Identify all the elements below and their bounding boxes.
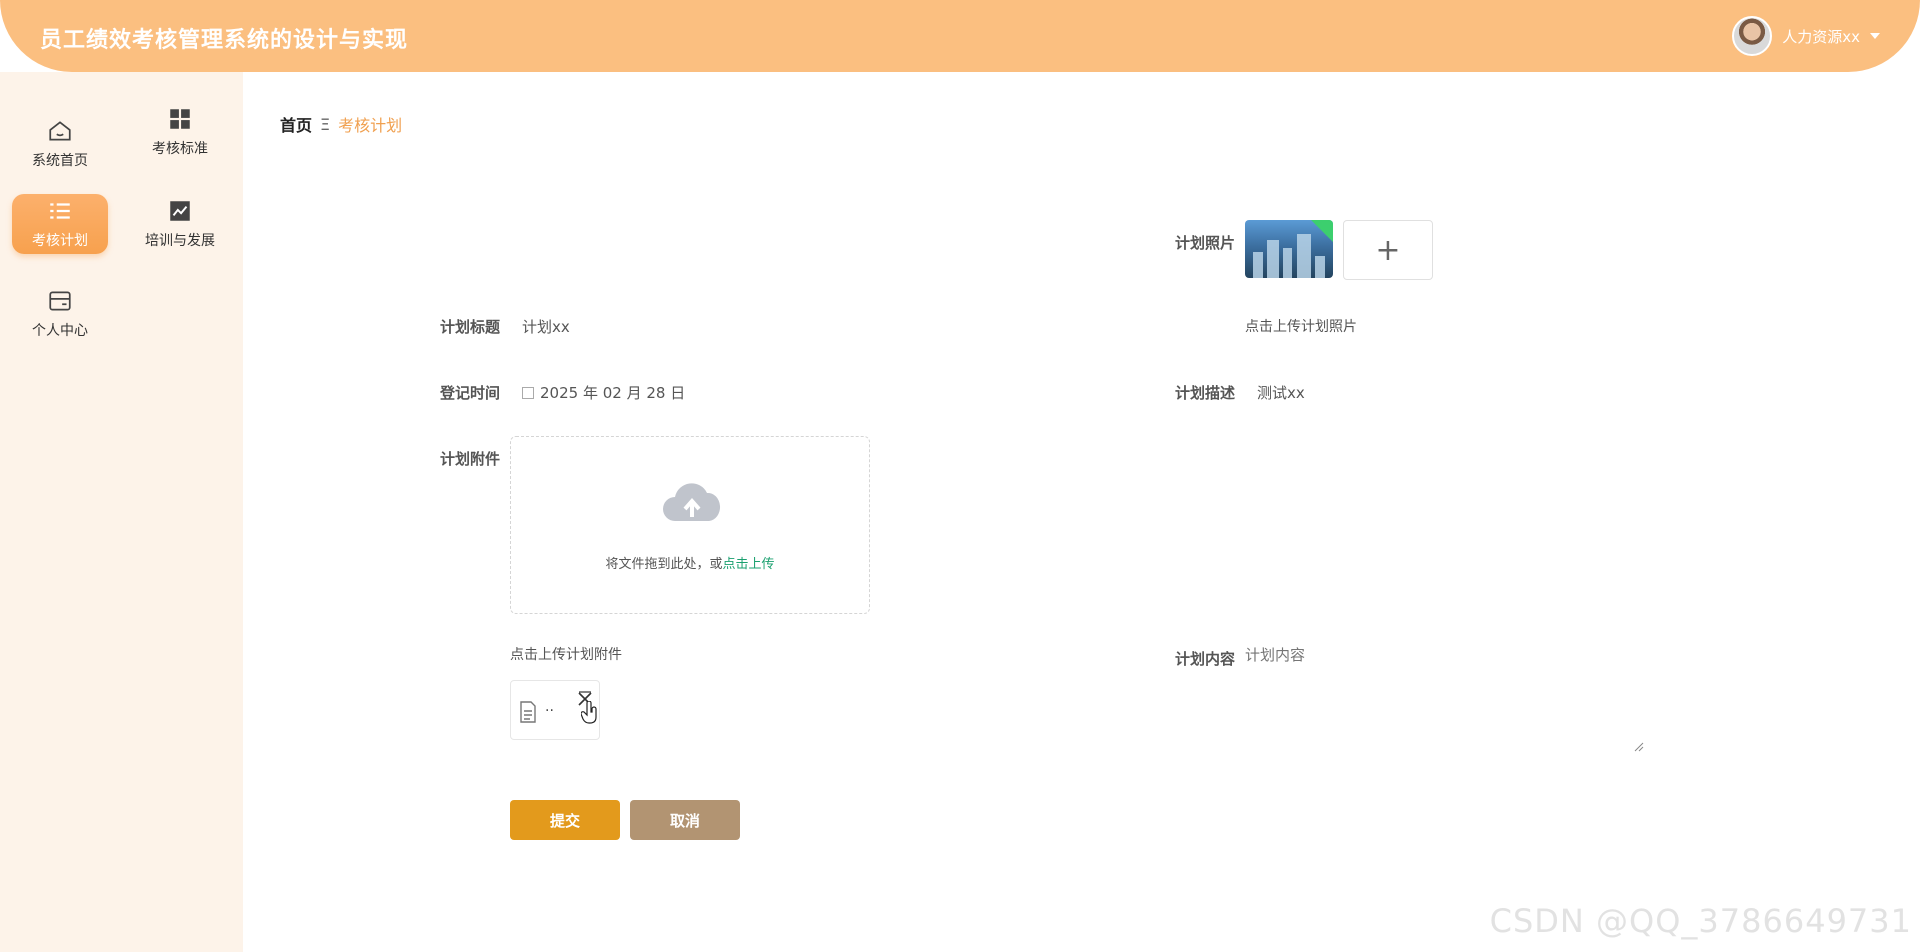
upload-link[interactable]: 点击上传 bbox=[723, 557, 775, 572]
card-icon bbox=[49, 291, 71, 311]
photo-label: 计划照片 bbox=[1174, 234, 1235, 252]
sidebar-item-label: 考核计划 bbox=[32, 233, 88, 249]
chart-line-icon bbox=[170, 201, 190, 221]
app-title: 员工绩效考核管理系统的设计与实现 bbox=[40, 28, 409, 53]
title-field[interactable]: 计划xx bbox=[522, 316, 570, 337]
cloud-upload-icon bbox=[663, 483, 721, 521]
sidebar-item-label: 系统首页 bbox=[32, 153, 88, 169]
desc-field[interactable]: 测试xx bbox=[1257, 382, 1305, 403]
avatar[interactable] bbox=[1732, 16, 1773, 56]
photo-hint: 点击上传计划照片 bbox=[1245, 319, 1357, 335]
cancel-button[interactable]: 取消 bbox=[630, 800, 740, 840]
watermark: CSDN @QQ_3786649731 bbox=[1489, 902, 1912, 940]
calendar-icon bbox=[522, 387, 534, 399]
sidebar-item-profile[interactable]: 个人中心 bbox=[12, 284, 108, 344]
sidebar-item-label: 个人中心 bbox=[32, 323, 88, 339]
add-photo-button[interactable]: + bbox=[1343, 220, 1433, 280]
attachment-file[interactable]: ·· bbox=[510, 680, 600, 740]
resize-handle-icon[interactable] bbox=[1634, 742, 1644, 752]
sidebar-item-plan[interactable]: 考核计划 bbox=[12, 194, 108, 254]
sidebar-item-label: 培训与发展 bbox=[145, 233, 215, 249]
top-header: 员工绩效考核管理系统的设计与实现 人力资源xx bbox=[0, 0, 1920, 72]
sidebar: 系统首页 考核标准 考核计划 培训与发展 个人中心 bbox=[0, 72, 243, 952]
grid-icon bbox=[170, 109, 190, 129]
user-name[interactable]: 人力资源xx bbox=[1782, 26, 1860, 47]
breadcrumb-current: 考核计划 bbox=[338, 116, 403, 135]
upload-instructions: 将文件拖到此处，或 bbox=[605, 557, 723, 572]
list-icon bbox=[50, 203, 70, 219]
document-icon bbox=[520, 701, 536, 723]
content-label: 计划内容 bbox=[1174, 650, 1235, 668]
date-value: 2025 年 02 月 28 日 bbox=[540, 384, 686, 402]
submit-button[interactable]: 提交 bbox=[510, 800, 620, 840]
sidebar-item-training[interactable]: 培训与发展 bbox=[132, 194, 228, 254]
breadcrumb-separator: Ξ bbox=[320, 114, 331, 134]
title-label: 计划标题 bbox=[439, 318, 500, 336]
upload-text: 将文件拖到此处，或点击上传 bbox=[511, 553, 869, 572]
date-field[interactable]: 2025 年 02 月 28 日 bbox=[522, 382, 685, 403]
breadcrumb-home[interactable]: 首页 bbox=[280, 112, 312, 136]
plan-photo-thumbnail[interactable] bbox=[1245, 220, 1333, 278]
date-label: 登记时间 bbox=[439, 384, 500, 402]
caret-down-icon[interactable] bbox=[1870, 33, 1880, 39]
breadcrumb: 首页 Ξ 考核计划 bbox=[280, 112, 402, 136]
attachment-upload-dropzone[interactable]: 将文件拖到此处，或点击上传 bbox=[510, 436, 870, 614]
main-content bbox=[243, 72, 1920, 952]
home-icon bbox=[49, 121, 71, 141]
sidebar-item-label: 考核标准 bbox=[152, 141, 208, 157]
file-name: ·· bbox=[545, 703, 554, 719]
sidebar-item-standard[interactable]: 考核标准 bbox=[132, 102, 228, 162]
plus-icon: + bbox=[1375, 232, 1401, 268]
hand-cursor-icon bbox=[581, 701, 597, 724]
attachment-hint: 点击上传计划附件 bbox=[510, 647, 622, 663]
attachment-label: 计划附件 bbox=[439, 450, 500, 468]
content-textarea[interactable] bbox=[1245, 644, 1647, 754]
desc-label: 计划描述 bbox=[1174, 384, 1235, 402]
user-menu[interactable]: 人力资源xx bbox=[1732, 16, 1880, 56]
sidebar-item-home[interactable]: 系统首页 bbox=[12, 114, 108, 174]
